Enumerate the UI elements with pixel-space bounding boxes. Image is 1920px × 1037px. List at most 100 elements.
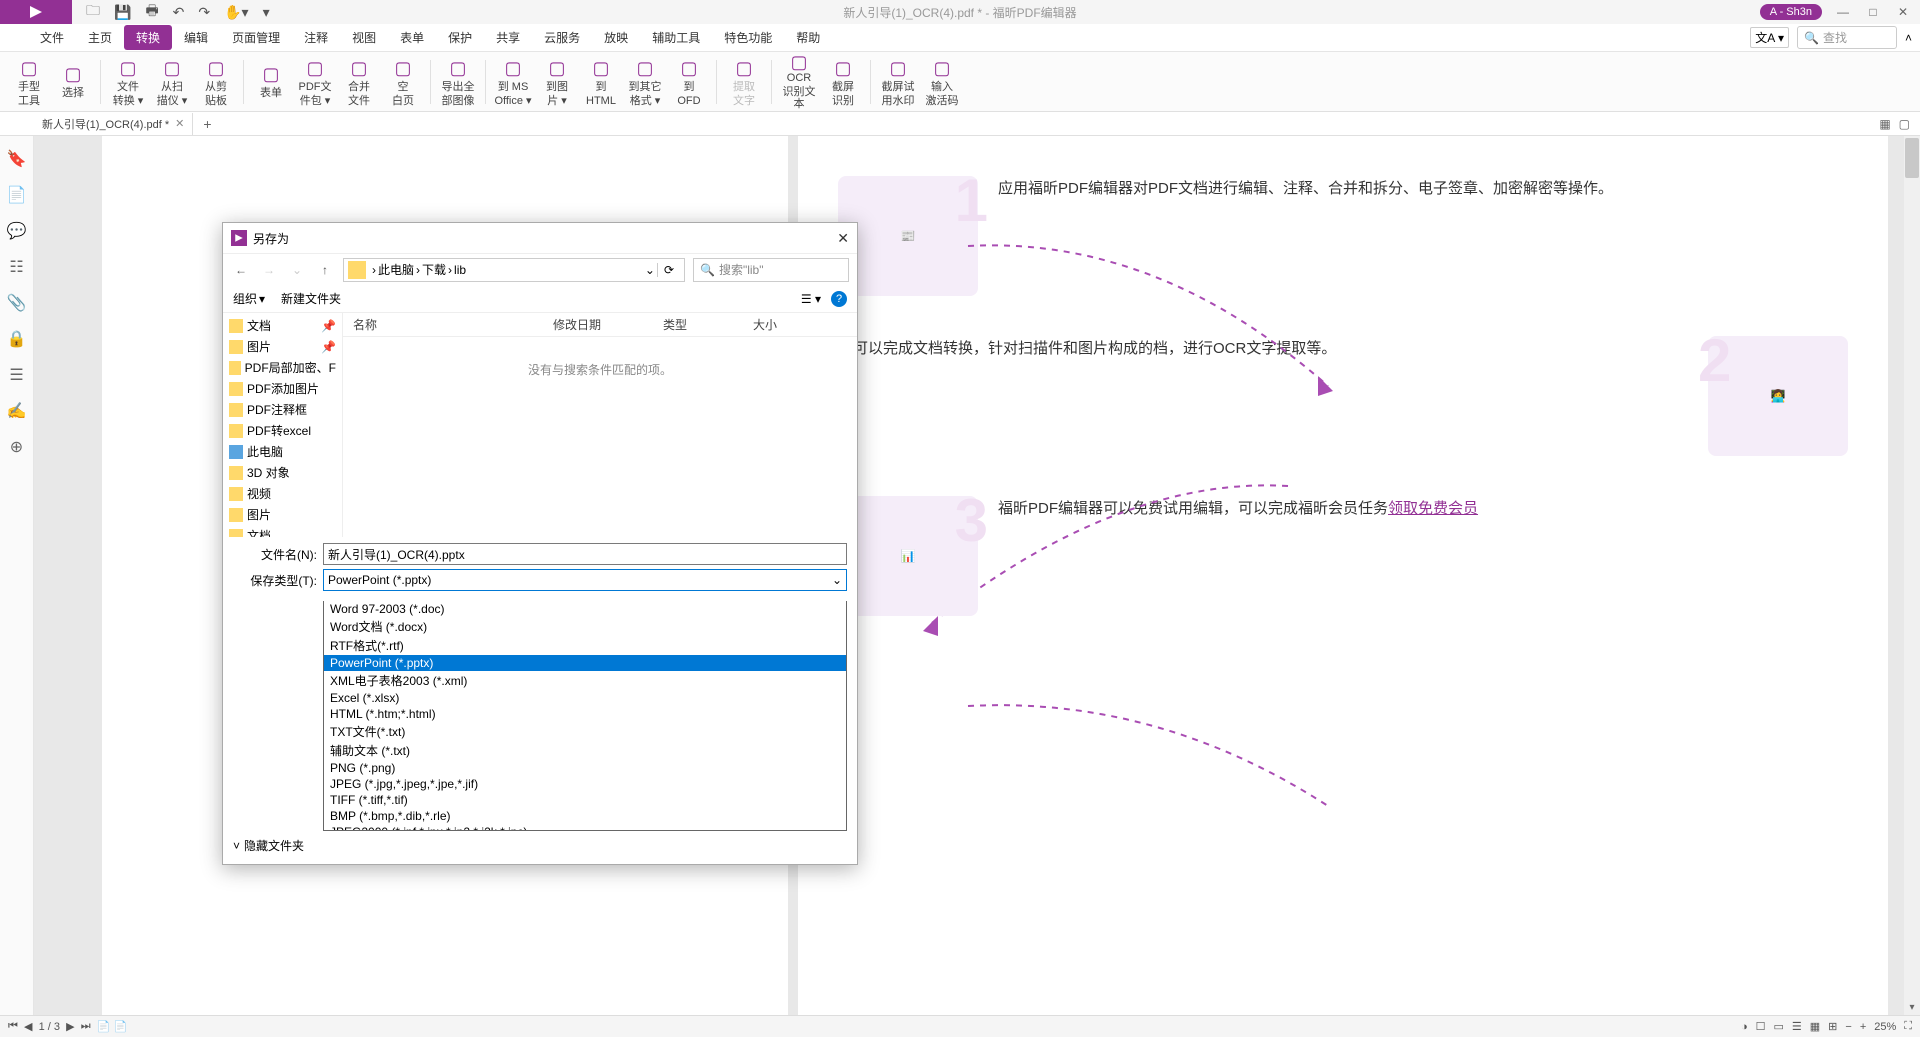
tree-item-2[interactable]: PDF局部加密、F <box>223 357 342 378</box>
collapse-icon[interactable]: ˅ <box>233 839 240 853</box>
col-name[interactable]: 名称 <box>353 316 553 333</box>
tree-item-10[interactable]: 文档 <box>223 525 342 537</box>
single-view-icon[interactable]: ▢ <box>1899 117 1910 131</box>
security-icon[interactable]: 🔒 <box>8 330 26 348</box>
last-page-icon[interactable]: ⏭ <box>81 1020 91 1033</box>
page-fwd-icon[interactable]: 📄 <box>97 1020 111 1033</box>
new-tab-button[interactable]: + <box>193 116 221 132</box>
menu-page[interactable]: 页面管理 <box>220 25 292 50</box>
hide-folders-link[interactable]: 隐藏文件夹 <box>244 837 304 854</box>
menu-protect[interactable]: 保护 <box>436 25 484 50</box>
crumb-dropdown-icon[interactable]: ⌄ <box>645 263 655 277</box>
help-icon[interactable]: ? <box>831 291 847 307</box>
savetype-select[interactable]: PowerPoint (*.pptx)⌄ <box>323 569 847 591</box>
ribbon-btn-16[interactable]: ▢OCR识别文本 <box>778 54 820 110</box>
filetype-option[interactable]: JPEG2000 (*.jpf,*.jpx,*.jp2,*.j2k,*.jpc) <box>324 824 846 831</box>
print-icon[interactable]: 🖶 <box>145 0 158 24</box>
filetype-option[interactable]: PowerPoint (*.pptx) <box>324 655 846 671</box>
pages-icon[interactable]: 📄 <box>8 186 26 204</box>
tree-item-0[interactable]: 文档📌 <box>223 315 342 336</box>
ribbon-btn-9[interactable]: ▢导出全部图像 <box>437 54 479 110</box>
tree-item-3[interactable]: PDF添加图片 <box>223 378 342 399</box>
tree-item-7[interactable]: 3D 对象 <box>223 462 342 483</box>
tab-close-icon[interactable]: ✕ <box>175 117 184 130</box>
filetype-option[interactable]: TIFF (*.tiff,*.tif) <box>324 792 846 808</box>
ribbon-btn-3[interactable]: ▢从扫描仪 ▾ <box>151 54 193 110</box>
menu-home[interactable]: 主页 <box>76 25 124 50</box>
filename-input[interactable] <box>323 543 847 565</box>
attachments-icon[interactable]: 📎 <box>8 294 26 312</box>
ribbon-btn-12[interactable]: ▢到HTML <box>580 54 622 110</box>
filetype-option[interactable]: Word 97-2003 (*.doc) <box>324 601 846 617</box>
view-options-icon[interactable]: ☰ ▾ <box>801 292 821 306</box>
scroll-down-icon[interactable]: ▾ <box>1904 999 1920 1015</box>
ribbon-btn-7[interactable]: ▢合并文件 <box>338 54 380 110</box>
prev-page-icon[interactable]: ◀ <box>24 1020 32 1033</box>
menu-file[interactable]: 文件 <box>28 25 76 50</box>
ribbon-btn-17[interactable]: ▢截屏识别 <box>822 54 864 110</box>
tree-item-1[interactable]: 图片📌 <box>223 336 342 357</box>
refresh-icon[interactable]: ⟳ <box>657 263 680 277</box>
filetype-option[interactable]: PNG (*.png) <box>324 760 846 776</box>
menu-convert[interactable]: 转换 <box>124 25 172 50</box>
menu-cloud[interactable]: 云服务 <box>532 25 592 50</box>
ribbon-btn-6[interactable]: ▢PDF文件包 ▾ <box>294 54 336 110</box>
undo-icon[interactable]: ↶ <box>173 4 185 21</box>
breadcrumb[interactable]: › 此电脑 › 下载 › lib ⌄ ⟳ <box>343 258 685 282</box>
tree-item-6[interactable]: 此电脑 <box>223 441 342 462</box>
organize-button[interactable]: 组织▾ <box>233 290 265 307</box>
vertical-scrollbar[interactable]: ▴ ▾ <box>1904 136 1920 1015</box>
next-page-icon[interactable]: ▶ <box>66 1020 74 1033</box>
signature-icon[interactable]: ✍ <box>8 402 26 420</box>
ribbon-btn-8[interactable]: ▢空白页 <box>382 54 424 110</box>
layout3-icon[interactable]: ☰ <box>1792 1020 1802 1033</box>
zoom-out-icon[interactable]: − <box>1845 1021 1851 1033</box>
redo-icon[interactable]: ↷ <box>198 4 210 21</box>
menu-edit[interactable]: 编辑 <box>172 25 220 50</box>
col-size[interactable]: 大小 <box>753 316 813 333</box>
ribbon-btn-11[interactable]: ▢到图片 ▾ <box>536 54 578 110</box>
ribbon-btn-13[interactable]: ▢到其它格式 ▾ <box>624 54 666 110</box>
menu-accessibility[interactable]: 辅助工具 <box>640 25 712 50</box>
bookmark-icon[interactable]: 🔖 <box>8 150 26 168</box>
grid-view-icon[interactable]: ▦ <box>1879 117 1890 131</box>
ribbon-btn-4[interactable]: ▢从剪贴板 <box>195 54 237 110</box>
layout2-icon[interactable]: ▭ <box>1773 1020 1783 1033</box>
tree-item-4[interactable]: PDF注释框 <box>223 399 342 420</box>
zoom-value[interactable]: 25% <box>1874 1021 1896 1033</box>
ribbon-btn-10[interactable]: ▢到 MSOffice ▾ <box>492 54 534 110</box>
dialog-titlebar[interactable]: 另存为 ✕ <box>223 223 857 253</box>
minimize-button[interactable]: — <box>1834 5 1852 19</box>
filetype-option[interactable]: BMP (*.bmp,*.dib,*.rle) <box>324 808 846 824</box>
lang-icon[interactable]: 文A ▾ <box>1750 27 1789 48</box>
save-icon[interactable]: 💾 <box>114 4 131 21</box>
maximize-button[interactable]: □ <box>1864 5 1882 19</box>
page-indicator[interactable]: 1 / 3 <box>39 1021 60 1033</box>
filetype-option[interactable]: XML电子表格2003 (*.xml) <box>324 671 846 690</box>
tree-item-8[interactable]: 视频 <box>223 483 342 504</box>
first-page-icon[interactable]: ⏮ <box>8 1020 18 1033</box>
zoom-in-icon[interactable]: + <box>1860 1021 1866 1033</box>
tree-item-9[interactable]: 图片 <box>223 504 342 525</box>
filetype-option[interactable]: JPEG (*.jpg,*.jpeg,*.jpe,*.jif) <box>324 776 846 792</box>
tree-item-5[interactable]: PDF转excel <box>223 420 342 441</box>
layout4-icon[interactable]: ▦ <box>1810 1020 1820 1033</box>
color-mode-icon[interactable]: ◑ <box>1741 1021 1748 1033</box>
hand-icon[interactable]: ✋▾ <box>224 4 248 21</box>
filetype-option[interactable]: Excel (*.xlsx) <box>324 690 846 706</box>
close-button[interactable]: ✕ <box>1894 5 1912 19</box>
folder-tree[interactable]: 文档📌图片📌PDF局部加密、FPDF添加图片PDF注释框PDF转excel此电脑… <box>223 313 343 537</box>
ribbon-btn-19[interactable]: ▢输入激活码 <box>921 54 963 110</box>
collapse-ribbon-icon[interactable]: ˄ <box>1905 31 1912 45</box>
layers-icon[interactable]: ☷ <box>8 258 26 276</box>
document-tab[interactable]: 新人引导(1)_OCR(4).pdf * ✕ <box>34 113 193 135</box>
layout5-icon[interactable]: ⊞ <box>1828 1020 1837 1033</box>
user-badge[interactable]: A - Sh3n <box>1760 4 1822 20</box>
free-member-link[interactable]: 领取免费会员 <box>1388 500 1478 517</box>
nav-recent-icon[interactable]: ⌄ <box>287 263 307 277</box>
filetype-option[interactable]: HTML (*.htm;*.html) <box>324 706 846 722</box>
ribbon-btn-0[interactable]: ▢手型工具 <box>8 54 50 110</box>
filetype-option[interactable]: Word文档 (*.docx) <box>324 617 846 636</box>
scroll-thumb[interactable] <box>1905 138 1919 178</box>
col-type[interactable]: 类型 <box>663 316 753 333</box>
